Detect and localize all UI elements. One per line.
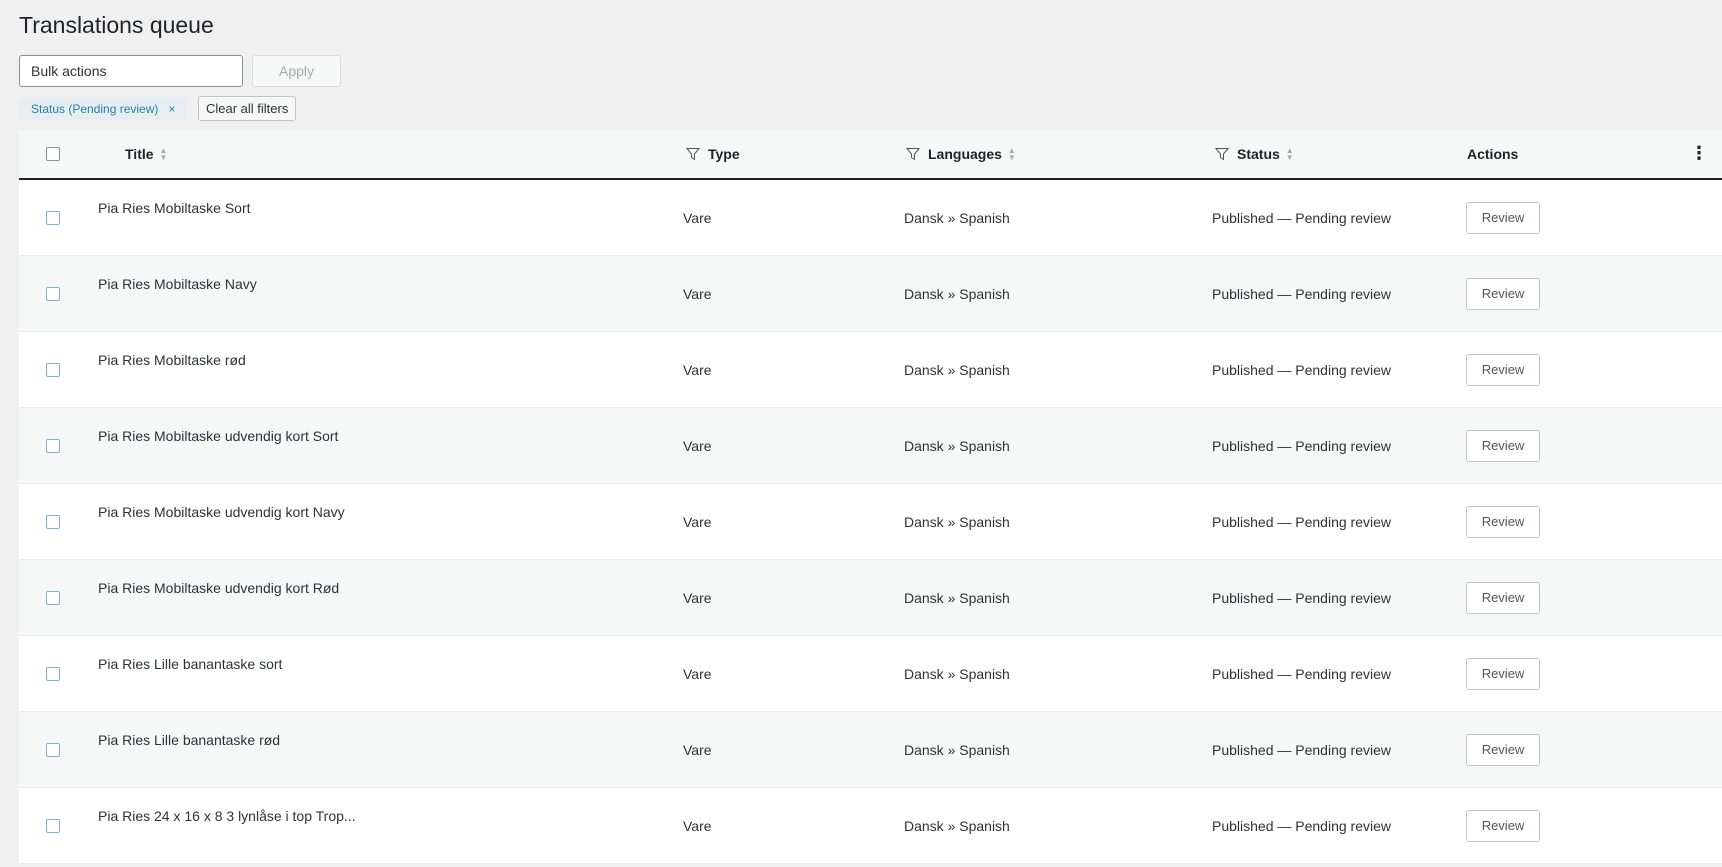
row-status: Published — Pending review — [1212, 438, 1391, 454]
column-status[interactable]: Status ▲ ▼ — [1215, 130, 1294, 178]
row-status: Published — Pending review — [1212, 818, 1391, 834]
more-options-icon[interactable]: ⋮ — [1690, 144, 1708, 162]
review-button[interactable]: Review — [1466, 506, 1540, 538]
row-title: Pia Ries Lille banantaske sort — [98, 656, 283, 672]
row-type: Vare — [683, 438, 712, 454]
row-checkbox[interactable] — [46, 515, 60, 529]
translations-table: Title ▲ ▼ Type Languages ▲ ▼ Status ▲ ▼ Act… — [19, 130, 1722, 864]
review-button[interactable]: Review — [1466, 734, 1540, 766]
row-type: Vare — [683, 362, 712, 378]
row-checkbox[interactable] — [46, 591, 60, 605]
row-languages: Dansk » Spanish — [904, 590, 1010, 606]
table-row: Pia Ries Mobiltaske udvendig kort Rød Var… — [19, 560, 1722, 636]
column-languages-label: Languages — [928, 146, 1002, 162]
row-checkbox[interactable] — [46, 363, 60, 377]
row-status: Published — Pending review — [1212, 362, 1391, 378]
table-row: Pia Ries Mobiltaske Sort Vare Dansk » Span… — [19, 180, 1722, 256]
review-button[interactable]: Review — [1466, 810, 1540, 842]
status-filter-chip: Status (Pending review) × — [19, 98, 188, 120]
row-languages: Dansk » Spanish — [904, 666, 1010, 682]
page-title: Translations queue — [19, 12, 214, 38]
column-status-label: Status — [1237, 146, 1280, 162]
column-languages[interactable]: Languages ▲ ▼ — [906, 130, 1016, 178]
filter-funnel-icon[interactable] — [686, 147, 700, 161]
column-actions-label: Actions — [1467, 146, 1519, 162]
row-status: Published — Pending review — [1212, 514, 1391, 530]
row-languages: Dansk » Spanish — [904, 286, 1010, 302]
row-status: Published — Pending review — [1212, 666, 1391, 682]
row-title: Pia Ries Mobiltaske Navy — [98, 276, 257, 292]
table-row: Pia Ries Lille banantaske rød Vare Dansk »… — [19, 712, 1722, 788]
row-languages: Dansk » Spanish — [904, 742, 1010, 758]
column-title-label: Title — [125, 146, 154, 162]
row-languages: Dansk » Spanish — [904, 210, 1010, 226]
row-title: Pia Ries Mobiltaske udvendig kort Navy — [98, 504, 345, 520]
column-title[interactable]: Title ▲ ▼ — [125, 130, 167, 178]
apply-button[interactable]: Apply — [252, 55, 341, 87]
row-type: Vare — [683, 590, 712, 606]
select-all-checkbox[interactable] — [46, 147, 60, 161]
sort-icon[interactable]: ▲ ▼ — [160, 146, 168, 161]
clear-all-filters-button[interactable]: Clear all filters — [198, 96, 297, 121]
table-row: Pia Ries Lille banantaske sort Vare Dansk … — [19, 636, 1722, 712]
row-type: Vare — [683, 742, 712, 758]
row-title: Pia Ries Mobiltaske udvendig kort Rød — [98, 580, 340, 596]
review-button[interactable]: Review — [1466, 582, 1540, 614]
review-button[interactable]: Review — [1466, 202, 1540, 234]
row-title: Pia Ries Mobiltaske rød — [98, 352, 246, 368]
review-button[interactable]: Review — [1466, 278, 1540, 310]
row-type: Vare — [683, 286, 712, 302]
row-type: Vare — [683, 514, 712, 530]
table-body: Pia Ries Mobiltaske Sort Vare Dansk » Span… — [19, 180, 1722, 864]
review-button[interactable]: Review — [1466, 658, 1540, 690]
row-title: Pia Ries Lille banantaske rød — [98, 732, 281, 748]
row-checkbox[interactable] — [46, 819, 60, 833]
status-filter-chip-label: Status (Pending review) — [31, 102, 159, 116]
row-type: Vare — [683, 666, 712, 682]
table-row: Pia Ries Mobiltaske Navy Vare Dansk » Span… — [19, 256, 1722, 332]
row-status: Published — Pending review — [1212, 590, 1391, 606]
row-languages: Dansk » Spanish — [904, 818, 1010, 834]
column-type-label: Type — [708, 146, 740, 162]
row-languages: Dansk » Spanish — [904, 514, 1010, 530]
row-status: Published — Pending review — [1212, 286, 1391, 302]
table-row: Pia Ries Mobiltaske udvendig kort Sort Va… — [19, 408, 1722, 484]
row-type: Vare — [683, 210, 712, 226]
row-checkbox[interactable] — [46, 667, 60, 681]
column-type[interactable]: Type — [686, 130, 740, 178]
sort-icon[interactable]: ▲ ▼ — [1286, 146, 1294, 161]
row-checkbox[interactable] — [46, 211, 60, 225]
remove-filter-icon[interactable]: × — [168, 98, 175, 120]
column-actions: Actions — [1467, 130, 1518, 178]
row-checkbox[interactable] — [46, 439, 60, 453]
row-checkbox[interactable] — [46, 743, 60, 757]
row-title: Pia Ries 24 x 16 x 8 3 lynlåse i top Tro… — [98, 808, 356, 824]
bulk-actions-select[interactable]: Bulk actions — [19, 55, 243, 87]
filter-funnel-icon[interactable] — [1215, 147, 1229, 161]
row-checkbox[interactable] — [46, 287, 60, 301]
row-status: Published — Pending review — [1212, 210, 1391, 226]
row-status: Published — Pending review — [1212, 742, 1391, 758]
row-languages: Dansk » Spanish — [904, 362, 1010, 378]
sort-icon[interactable]: ▲ ▼ — [1008, 146, 1016, 161]
filter-funnel-icon[interactable] — [906, 147, 920, 161]
review-button[interactable]: Review — [1466, 354, 1540, 386]
row-title: Pia Ries Mobiltaske Sort — [98, 200, 251, 216]
table-row: Pia Ries Mobiltaske udvendig kort Navy Va… — [19, 484, 1722, 560]
review-button[interactable]: Review — [1466, 430, 1540, 462]
row-title: Pia Ries Mobiltaske udvendig kort Sort — [98, 428, 339, 444]
row-languages: Dansk » Spanish — [904, 438, 1010, 454]
row-type: Vare — [683, 818, 712, 834]
table-row: Pia Ries 24 x 16 x 8 3 lynlåse i top Tro… — [19, 788, 1722, 864]
table-row: Pia Ries Mobiltaske rød Vare Dansk » Spani… — [19, 332, 1722, 408]
table-header: Title ▲ ▼ Type Languages ▲ ▼ Status ▲ ▼ Act… — [19, 130, 1722, 180]
